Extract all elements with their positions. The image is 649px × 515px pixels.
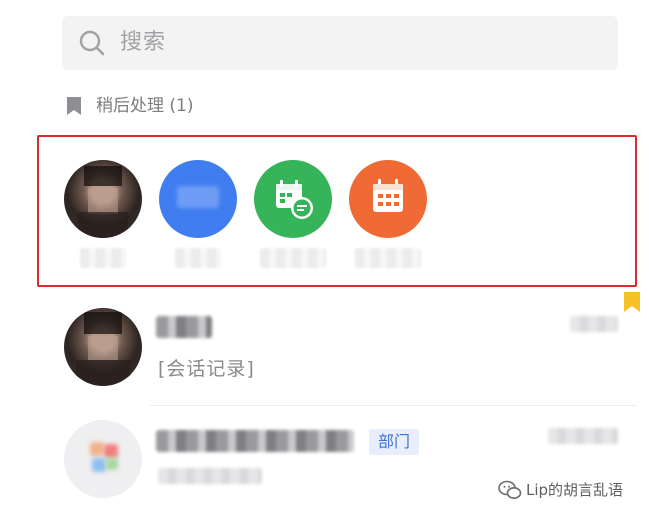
timestamp [548, 428, 618, 444]
pinned-label [80, 248, 126, 268]
avatar [64, 308, 142, 386]
message-preview: [会话记录] [158, 358, 255, 380]
flag-icon [624, 292, 640, 312]
calendar-chat-icon [254, 160, 332, 238]
pinned-label [260, 248, 326, 268]
pinned-label [175, 248, 221, 268]
department-badge: 部门 [369, 429, 419, 455]
bookmark-icon [67, 97, 81, 115]
search-icon [79, 30, 105, 56]
conversation-row[interactable]: [会话记录] [40, 300, 649, 400]
search-placeholder: 搜索 [120, 30, 167, 55]
watermark-text: Lip的胡言乱语 [526, 481, 624, 499]
timestamp [570, 316, 618, 332]
pinned-label [355, 248, 421, 268]
wechat-icon [498, 480, 522, 499]
group-name [156, 430, 354, 452]
avatar [64, 160, 142, 238]
group-avatar [64, 420, 142, 498]
blue-app-icon [159, 160, 237, 238]
message-preview-blurred [158, 468, 262, 484]
search-bar[interactable]: 搜索 [62, 16, 618, 70]
calendar-icon [349, 160, 427, 238]
later-section-label: 稍后处理 (1) [96, 96, 194, 116]
row-divider [150, 405, 637, 406]
contact-name [156, 316, 212, 338]
